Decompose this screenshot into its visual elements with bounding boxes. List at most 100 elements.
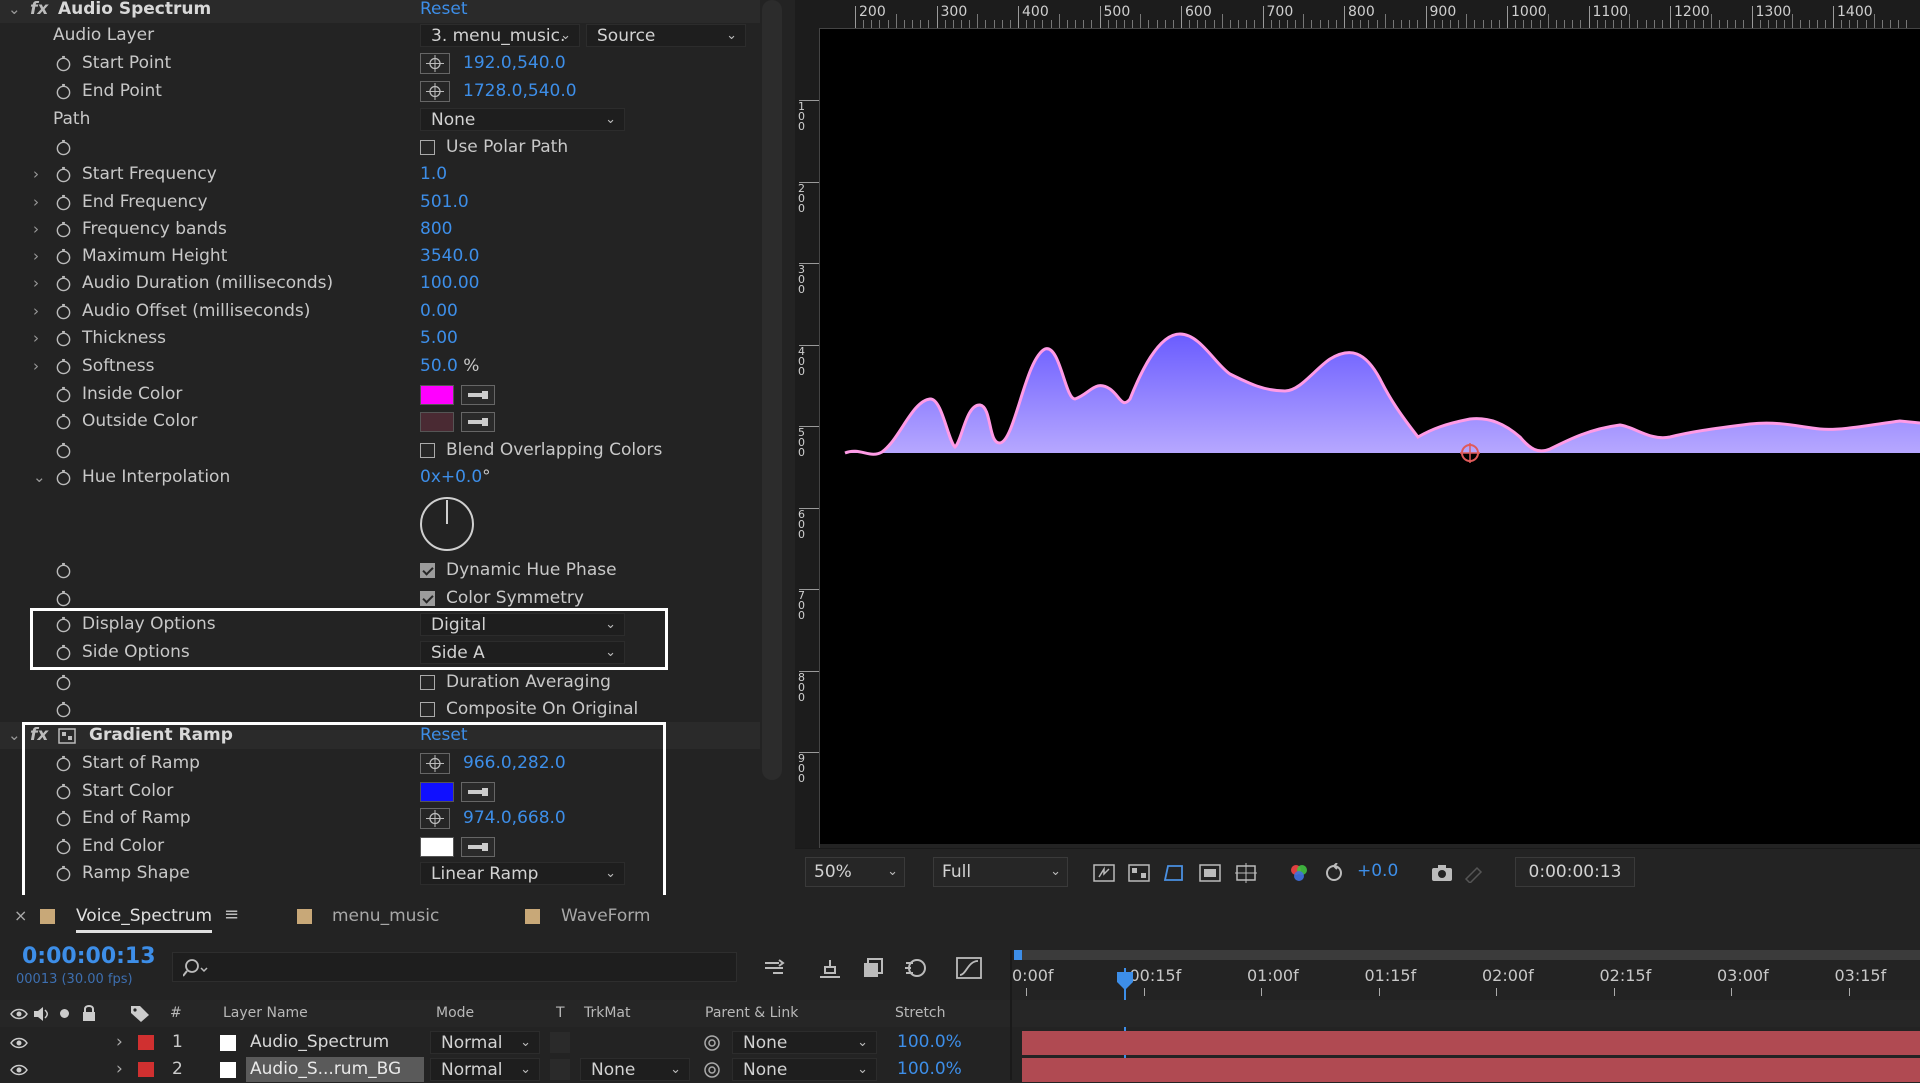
start-point-value[interactable]: 192.0,540.0: [463, 50, 566, 77]
thickness-value[interactable]: 5.00: [420, 325, 458, 352]
viewer-timecode[interactable]: 0:00:00:13: [1515, 857, 1635, 887]
start-frequency-value[interactable]: 1.0: [420, 161, 447, 188]
hue-angle-dial[interactable]: [418, 495, 476, 553]
stopwatch-icon[interactable]: [55, 275, 72, 292]
chevron-right-icon[interactable]: ›: [33, 243, 47, 270]
chevron-right-icon[interactable]: ›: [116, 1056, 123, 1083]
stretch-value[interactable]: 100.0%: [897, 1029, 962, 1056]
blend-mode-dropdown[interactable]: Normal ⌄: [430, 1031, 540, 1054]
stopwatch-icon[interactable]: [55, 358, 72, 375]
frame-blending-icon[interactable]: [860, 957, 886, 979]
stopwatch-icon[interactable]: [55, 701, 72, 718]
work-area-bar[interactable]: [1014, 950, 1920, 960]
chevron-right-icon[interactable]: ›: [33, 161, 47, 188]
stopwatch-icon[interactable]: [55, 469, 72, 486]
blend-mode-dropdown[interactable]: Normal ⌄: [430, 1058, 540, 1081]
stopwatch-icon[interactable]: [55, 590, 72, 607]
stretch-value[interactable]: 100.0%: [897, 1056, 962, 1083]
audio-layer-source-dropdown[interactable]: Source ⌄: [586, 24, 746, 47]
dynamic-hue-phase-checkbox[interactable]: [420, 563, 435, 578]
parent-dropdown[interactable]: None ⌄: [732, 1031, 877, 1054]
zoom-dropdown[interactable]: 50% ⌄: [805, 857, 905, 887]
stopwatch-icon[interactable]: [55, 139, 72, 156]
draft-3d-icon[interactable]: [817, 957, 843, 979]
eyedropper-icon[interactable]: [461, 385, 495, 405]
resolution-dropdown[interactable]: Full ⌄: [933, 857, 1068, 887]
stopwatch-icon[interactable]: [55, 413, 72, 430]
eye-icon[interactable]: [10, 1036, 28, 1050]
audio-layer-dropdown[interactable]: 3. menu_music. ⌄: [420, 24, 580, 47]
stopwatch-icon[interactable]: [55, 442, 72, 459]
hue-interpolation-value[interactable]: 0x+0.0: [420, 467, 482, 487]
pickwhip-icon[interactable]: [703, 1034, 721, 1052]
current-time-display[interactable]: 0:00:00:13: [22, 944, 156, 969]
stopwatch-icon[interactable]: [55, 303, 72, 320]
region-of-interest-icon[interactable]: [1199, 863, 1221, 883]
layer-search-input[interactable]: [172, 952, 737, 982]
layer-name[interactable]: Audio_S...rum_BG: [250, 1056, 401, 1083]
mask-visibility-icon[interactable]: [1163, 863, 1185, 883]
chevron-right-icon[interactable]: ›: [33, 325, 47, 352]
stopwatch-icon[interactable]: [55, 674, 72, 691]
eye-icon[interactable]: [10, 1007, 28, 1021]
transparency-grid-icon[interactable]: [1128, 863, 1150, 883]
layer-row[interactable]: › 2 Audio_S...rum_BG Normal ⌄ None ⌄ None ⌄…: [0, 1056, 1920, 1083]
motion-blur-icon[interactable]: [903, 957, 929, 979]
grid-guides-icon[interactable]: [1235, 863, 1257, 883]
close-icon[interactable]: ×: [14, 906, 27, 925]
audio-offset-value[interactable]: 0.00: [420, 298, 458, 325]
audio-speaker-icon[interactable]: [32, 1006, 50, 1022]
layer-duration-bar[interactable]: [1022, 1058, 1920, 1082]
preserve-transparency-toggle[interactable]: [550, 1059, 570, 1080]
layer-row[interactable]: › 1 Audio_Spectrum Normal ⌄ None ⌄ 100.0%: [0, 1029, 1920, 1056]
eye-icon[interactable]: [10, 1063, 28, 1077]
chevron-right-icon[interactable]: ›: [116, 1029, 123, 1056]
softness-value[interactable]: 50.0: [420, 356, 458, 376]
chevron-right-icon[interactable]: ›: [33, 353, 47, 380]
chevron-right-icon[interactable]: ›: [33, 298, 47, 325]
parent-dropdown[interactable]: None ⌄: [732, 1058, 877, 1081]
solo-icon[interactable]: [60, 1009, 69, 1018]
stopwatch-icon[interactable]: [55, 55, 72, 72]
trkmat-dropdown[interactable]: None ⌄: [580, 1058, 690, 1081]
layer-duration-bar[interactable]: [1022, 1031, 1920, 1055]
layer-label-color[interactable]: [138, 1035, 154, 1050]
stopwatch-icon[interactable]: [55, 83, 72, 100]
chevron-down-icon[interactable]: ⌄: [33, 464, 47, 491]
path-dropdown[interactable]: None ⌄: [420, 108, 625, 131]
reset-link[interactable]: Reset: [420, 0, 468, 23]
effect-header-audio-spectrum[interactable]: ⌄ fx Audio Spectrum Reset: [0, 0, 760, 23]
end-point-value[interactable]: 1728.0,540.0: [463, 78, 577, 105]
end-frequency-value[interactable]: 501.0: [420, 189, 469, 216]
eyedropper-icon[interactable]: [461, 412, 495, 432]
outside-color-swatch[interactable]: [420, 412, 454, 432]
blend-overlapping-checkbox[interactable]: [420, 443, 435, 458]
chevron-right-icon[interactable]: ›: [33, 270, 47, 297]
label-tag-icon[interactable]: [130, 1005, 150, 1023]
crosshair-target-icon[interactable]: [420, 81, 450, 102]
inside-color-swatch[interactable]: [420, 385, 454, 405]
lock-icon[interactable]: [82, 1005, 96, 1021]
reset-exposure-icon[interactable]: [1323, 863, 1345, 883]
show-snapshot-icon[interactable]: [1463, 863, 1485, 883]
stopwatch-icon[interactable]: [55, 330, 72, 347]
fx-icon[interactable]: fx: [30, 0, 48, 23]
tab-menu-music[interactable]: menu_music: [332, 906, 439, 926]
fast-previews-icon[interactable]: [1093, 863, 1115, 883]
layer-label-color[interactable]: [138, 1062, 154, 1077]
chevron-right-icon[interactable]: ›: [33, 189, 47, 216]
playhead-handle-icon[interactable]: [1115, 970, 1135, 992]
effect-panel-scrollbar[interactable]: [762, 0, 782, 780]
work-area-start-handle[interactable]: [1014, 950, 1022, 960]
column-layer-name-header[interactable]: Layer Name: [223, 1000, 308, 1027]
graph-editor-icon[interactable]: [956, 957, 982, 979]
audio-duration-value[interactable]: 100.00: [420, 270, 479, 297]
chevron-down-icon[interactable]: ⌄: [8, 0, 22, 23]
stopwatch-icon[interactable]: [55, 248, 72, 265]
stopwatch-icon[interactable]: [55, 166, 72, 183]
stopwatch-icon[interactable]: [55, 562, 72, 579]
chevron-right-icon[interactable]: ›: [33, 216, 47, 243]
composition-canvas[interactable]: [820, 29, 1920, 844]
tab-waveform[interactable]: WaveForm: [561, 906, 650, 926]
crosshair-target-icon[interactable]: [420, 53, 450, 74]
